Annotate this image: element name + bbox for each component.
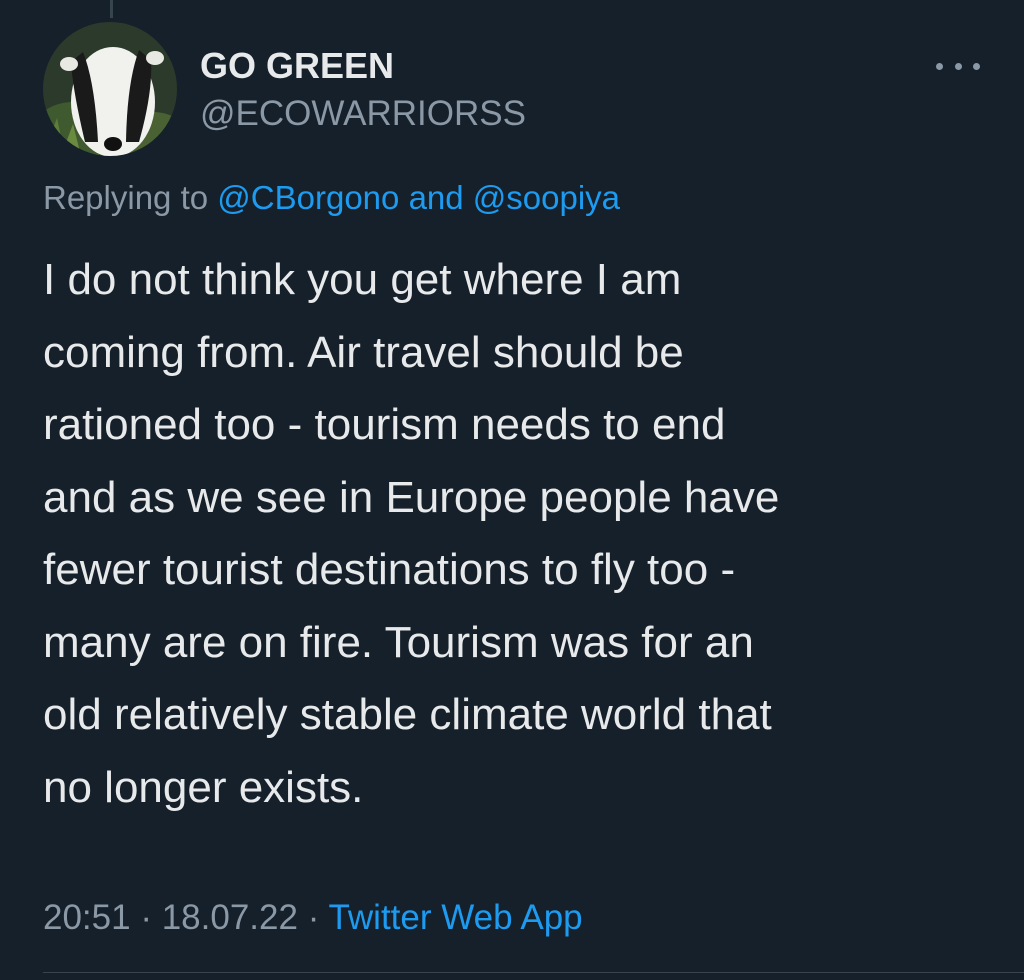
- tweet-time[interactable]: 20:51: [43, 898, 131, 937]
- tweet-text-line: coming from. Air travel should be: [43, 327, 684, 377]
- mention-joiner[interactable]: and: [409, 179, 464, 216]
- tweet-text-line: rationed too - tourism needs to end: [43, 400, 726, 449]
- author-display-name[interactable]: GO GREEN: [200, 44, 394, 88]
- replying-to-line: Replying to @CBorgono and @soopiya: [43, 176, 620, 220]
- author-avatar[interactable]: [43, 22, 177, 156]
- tweet-metadata: 20:51 · 18.07.22 · Twitter Web App: [43, 896, 583, 940]
- more-options-button[interactable]: [936, 52, 980, 80]
- mention-link-soopiya[interactable]: @soopiya: [473, 179, 620, 216]
- tweet-text-line: fewer tourist destinations to fly too -: [43, 545, 736, 594]
- tweet-text-line: and as we see in Europe people have: [43, 472, 780, 522]
- thread-connector-line: [110, 0, 113, 18]
- tweet-text-line: many are on fire. Tourism was for an: [43, 617, 754, 667]
- more-dots-icon: [973, 62, 980, 70]
- mention-link-cborgono[interactable]: @CBorgono: [217, 179, 399, 216]
- tweet-text: I do not think you get where I am coming…: [43, 244, 983, 824]
- meta-separator: ·: [140, 898, 152, 937]
- author-handle[interactable]: @ECOWARRIORSS: [200, 92, 526, 136]
- more-dots-icon: [954, 62, 962, 70]
- badger-avatar-icon: [43, 22, 177, 156]
- section-divider: [43, 972, 1024, 973]
- tweet-text-line: old relatively stable climate world that: [43, 690, 772, 739]
- meta-separator: ·: [307, 898, 320, 937]
- tweet-source-link[interactable]: Twitter Web App: [328, 898, 582, 937]
- tweet-text-line: I do not think you get where I am: [43, 255, 682, 304]
- tweet-text-line: no longer exists.: [43, 762, 364, 812]
- more-dots-icon: [936, 62, 943, 70]
- replying-to-prefix: Replying to: [43, 179, 209, 216]
- tweet-date[interactable]: 18.07.22: [162, 898, 298, 937]
